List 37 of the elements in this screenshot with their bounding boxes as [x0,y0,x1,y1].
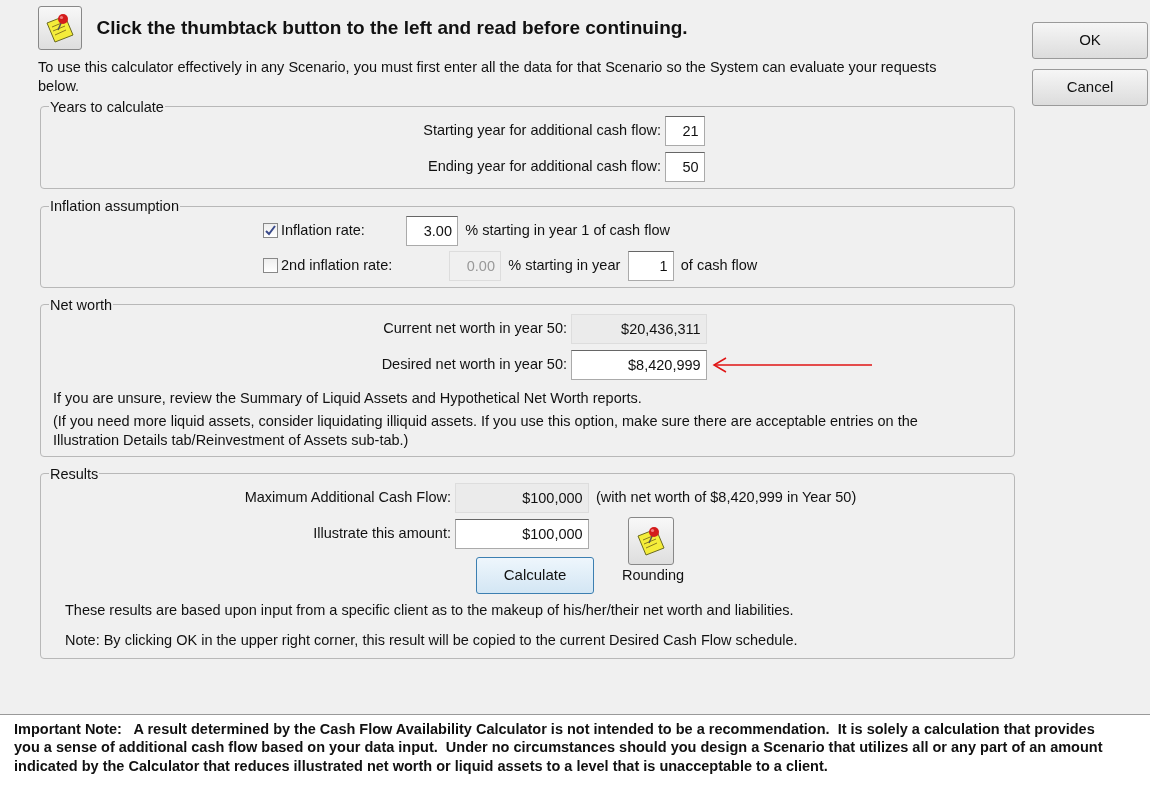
ok-button[interactable]: OK [1032,22,1148,59]
rounding-label: Rounding [622,565,685,585]
calculate-button[interactable]: Calculate [476,557,594,595]
field-text: % starting in year 1 of cash flow [465,220,670,240]
note-text: Note: By clicking OK in the upper right corner, this result will be copied to the current Desired Cash Flow schedule. [65,630,799,650]
field-label: Ending year for additional cash flow: [427,157,661,177]
important-note: Important Note: A result determined by the Cash Flow Availability Calculator is not intended to be a recommendation. It is solely a calculation that provides you a sense of additional cash flow based on your data input. Under no circumstances should you design a Scenario that utilizes all or any part of an amount indicated by the Calculator that reduces illustrated net worth or liquid assets to a level that is unacceptable to a client. [14,720,1104,776]
field-label: Starting year for additional cash flow: [422,121,661,141]
group-label: Inflation assumption [49,199,180,214]
header-title: Click the thumbtack button to the left and read before continuing. [96,15,688,40]
rate-field[interactable]: 3.00 [406,215,458,246]
thumbtack-button[interactable] [38,6,82,50]
field-text: (with net worth of $8,420,999 in Year 50) [595,488,857,508]
checkbox-label: Inflation rate: [281,220,366,240]
field-label: Current net worth in year 50: [382,319,567,339]
field-text: of cash flow [680,255,758,275]
field-label: Desired net worth in year 50: [380,355,567,375]
note-text: If you are unsure, review the Summary of Liquid Assets and Hypothetical Net Worth reports. [53,389,643,409]
intro-text: To use this calculator effectively in any Scenario, you must first enter all the data for that Scenario so the System can evaluate your requests below. [38,58,938,96]
note-text: (If you need more liquid assets, consider liquidating illiquid assets. If you use this option, make sure there are acceptable entries on the Illustration Details tab/Reinvestment of Assets sub-tab.) [53,412,919,450]
group-label: Results [49,466,100,482]
amount-field[interactable]: $8,420,999 [570,350,707,381]
cancel-button[interactable]: Cancel [1032,69,1148,106]
checkbox[interactable] [263,223,278,239]
field-label: Maximum Additional Cash Flow: [243,488,451,508]
group-label: Years to calculate [49,99,165,115]
year-field[interactable]: 1 [627,250,674,281]
checkbox[interactable] [263,258,278,274]
group-label: Net worth [49,297,114,313]
year-field[interactable]: 21 [664,116,705,147]
thumbtack-button[interactable] [628,517,675,566]
field-text: % starting in year [508,255,621,275]
year-field[interactable]: 50 [664,152,705,183]
field-label: Illustrate this amount: [312,524,451,544]
amount-field[interactable]: $100,000 [454,519,589,550]
note-text: These results are based upon input from a specific client as to the makeup of his/her/their net worth and liabilities. [65,601,795,621]
checkbox-label: 2nd inflation rate: [281,255,394,275]
